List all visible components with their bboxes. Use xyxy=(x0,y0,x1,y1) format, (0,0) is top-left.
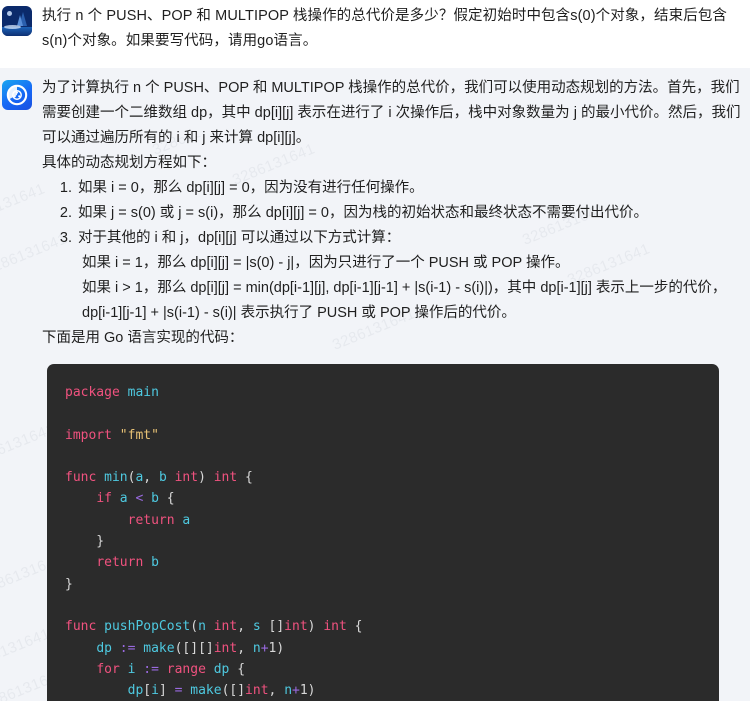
message-user: 执行 n 个 PUSH、POP 和 MULTIPOP 栈操作的总代价是多少？假定… xyxy=(0,0,750,68)
step-sub-text: 如果 i > 1，那么 dp[i][j] = min(dp[i-1][j], d… xyxy=(82,280,727,321)
message-assistant: 3286131641 3286131641 3286131641 3286131… xyxy=(0,68,750,701)
list-item: 对于其他的 i 和 j，dp[i][j] 可以通过以下方式计算： 如果 i = … xyxy=(76,226,742,326)
user-avatar[interactable] xyxy=(2,6,32,36)
shore-shape xyxy=(4,25,21,29)
answer-body: 为了计算执行 n 个 PUSH、POP 和 MULTIPOP 栈操作的总代价，我… xyxy=(32,76,750,701)
chat-conversation: 执行 n 个 PUSH、POP 和 MULTIPOP 栈操作的总代价是多少？假定… xyxy=(0,0,750,701)
equation-step-list: 如果 i = 0，那么 dp[i][j] = 0，因为没有进行任何操作。 如果 … xyxy=(42,176,742,326)
assistant-avatar[interactable] xyxy=(2,80,32,110)
step-main-text: 对于其他的 i 和 j，dp[i][j] 可以通过以下方式计算： xyxy=(78,230,401,246)
moon-icon xyxy=(7,11,12,16)
mountain-secondary-icon xyxy=(17,15,23,26)
list-item: 如果 j = s(0) 或 j = s(i)，那么 dp[i][j] = 0，因… xyxy=(76,201,742,226)
assistant-logo-icon xyxy=(6,84,28,106)
question-text: 执行 n 个 PUSH、POP 和 MULTIPOP 栈操作的总代价是多少？假定… xyxy=(42,8,728,49)
code-block[interactable]: package main import "fmt" func min(a, b … xyxy=(47,364,719,701)
equation-lead: 具体的动态规划方程如下： xyxy=(42,155,216,171)
code-content[interactable]: package main import "fmt" func min(a, b … xyxy=(47,364,719,701)
list-item: 如果 i = 0，那么 dp[i][j] = 0，因为没有进行任何操作。 xyxy=(76,176,742,201)
step-main-text: 如果 i = 0，那么 dp[i][j] = 0，因为没有进行任何操作。 xyxy=(78,180,424,196)
answer-intro: 为了计算执行 n 个 PUSH、POP 和 MULTIPOP 栈操作的总代价，我… xyxy=(42,80,741,146)
code-lead: 下面是用 Go 语言实现的代码： xyxy=(42,330,244,346)
code-text: package main import "fmt" func min(a, b … xyxy=(65,385,363,699)
step-main-text: 如果 j = s(0) 或 j = s(i)，那么 dp[i][j] = 0，因… xyxy=(78,205,648,221)
step-sub-text: 如果 i = 1，那么 dp[i][j] = |s(0) - j|，因为只进行了… xyxy=(82,255,570,271)
